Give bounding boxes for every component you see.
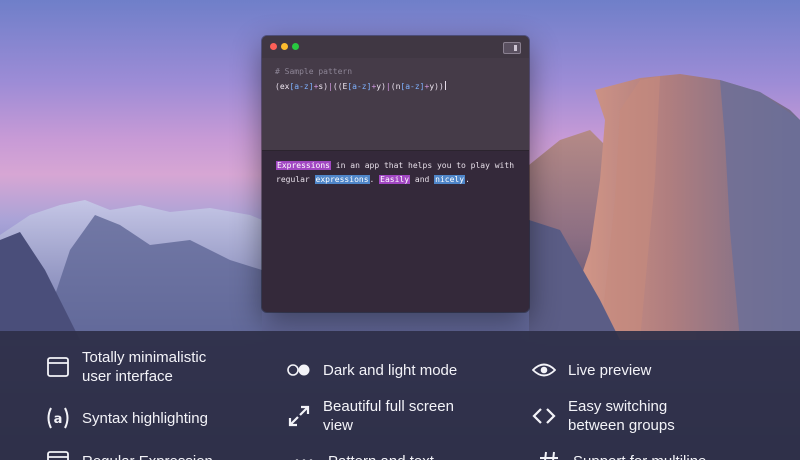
sample-text-editor[interactable]: Expressions in an app that helps you to … [262, 151, 529, 312]
match-highlight: expressions [314, 175, 370, 184]
feature-label: Easy switching between groups [568, 398, 675, 434]
feature-multiline: Support for multiline [535, 447, 706, 460]
feature-live-preview: Live preview [530, 356, 651, 384]
pattern-editor[interactable]: # Sample pattern (ex[a-z]+s)|((E[a-z]+y)… [262, 58, 529, 150]
toggle-icon [285, 356, 313, 384]
regex-token: )) [434, 82, 444, 91]
regex-pattern[interactable]: (ex[a-z]+s)|((E[a-z]+y)|(n[a-z]+y)) [275, 81, 516, 91]
code-brackets-icon [530, 402, 558, 430]
svg-text:a: a [54, 412, 63, 427]
regex-token: [a-z] [347, 82, 372, 91]
sample-text-segment: . [369, 175, 380, 184]
expand-icon [285, 402, 313, 430]
feature-minimalistic-ui: Totally minimalistic user interface [44, 348, 206, 386]
eye-icon [530, 356, 558, 384]
desktop-background: # Sample pattern (ex[a-z]+s)|((E[a-z]+y)… [0, 0, 800, 460]
dots-icon [290, 447, 318, 460]
feature-pattern-text: Pattern and text [290, 447, 434, 460]
text-cursor [444, 81, 446, 90]
match-highlight: nicely [434, 175, 466, 184]
feature-regular-expression: Regular Expression [44, 447, 213, 460]
sample-text-segment: in an app that helps you to play with [330, 161, 515, 170]
match-highlight: Easily [379, 175, 411, 184]
match-highlight: Expressions [276, 161, 331, 170]
sidebar-toggle-icon[interactable] [503, 42, 521, 54]
app-window: # Sample pattern (ex[a-z]+s)|((E[a-z]+y)… [262, 36, 529, 312]
window-titlebar[interactable] [262, 36, 529, 58]
sample-text-segment: regular [276, 175, 315, 184]
zoom-window-button[interactable] [292, 43, 299, 50]
window-icon [44, 353, 72, 381]
regex-token: [a-z] [289, 82, 314, 91]
feature-label: Regular Expression [82, 452, 213, 460]
feature-label: Pattern and text [328, 452, 434, 460]
feature-label: Dark and light mode [323, 361, 458, 379]
feature-label: Beautiful full screen view [323, 398, 454, 434]
feature-label: Support for multiline [573, 452, 706, 460]
feature-dark-light-mode: Dark and light mode [285, 356, 457, 384]
regex-token: [a-z] [400, 82, 425, 91]
features-bar: Totally minimalistic user interface Dark… [0, 331, 800, 460]
at-icon: a [44, 404, 72, 432]
feature-label: Syntax highlighting [82, 409, 208, 427]
sample-text-segment: and [410, 175, 435, 184]
feature-syntax-highlighting: a Syntax highlighting [44, 404, 208, 432]
feature-full-screen: Beautiful full screen view [285, 397, 454, 435]
feature-label: Live preview [568, 361, 652, 379]
pattern-comment: # Sample pattern [275, 67, 353, 76]
feature-label: Totally minimalistic user interface [82, 349, 207, 385]
feature-group-switching: Easy switching between groups [530, 397, 675, 435]
sample-text-line: regular expressions. Easily and nicely. [276, 173, 515, 187]
minimize-window-button[interactable] [281, 43, 288, 50]
sample-text-segment: . [465, 175, 470, 184]
hash-icon [535, 447, 563, 460]
regex-token: (( [332, 82, 343, 91]
close-window-button[interactable] [270, 43, 277, 50]
window-icon [44, 447, 72, 460]
sample-text-line: Expressions in an app that helps you to … [276, 159, 515, 173]
